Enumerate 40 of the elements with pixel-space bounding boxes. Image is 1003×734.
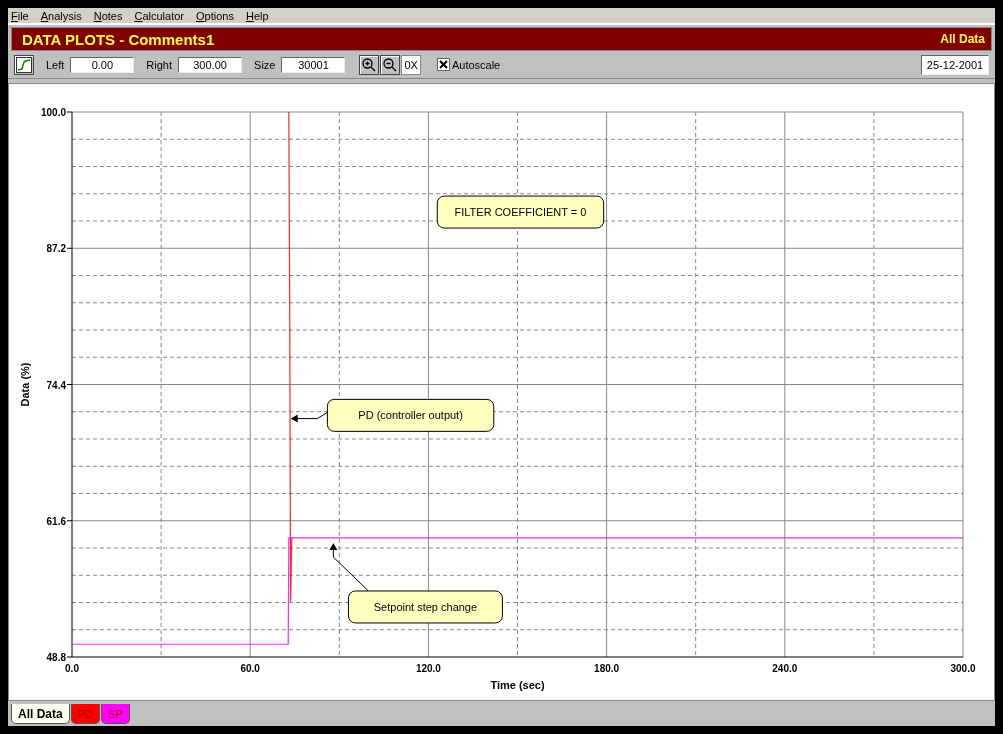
menu-item[interactable]: Options — [196, 9, 234, 22]
x-tick-label: 240.0 — [772, 663, 798, 674]
size-field[interactable]: 30001 — [281, 56, 346, 73]
view-label: All Data — [940, 32, 985, 46]
y-axis-title: Data (%) — [19, 362, 31, 407]
date-field[interactable]: 25-12-2001 — [921, 54, 989, 75]
x-axis-title: Time (sec) — [490, 679, 545, 691]
callout-text: FILTER COEFFICIENT = 0 — [454, 206, 587, 219]
menu-item[interactable]: File — [11, 9, 29, 22]
x-tick-label: 0.0 — [65, 663, 79, 674]
series-tab[interactable]: All Data — [11, 704, 70, 724]
zoom-in-icon[interactable] — [359, 54, 380, 75]
right-label: Right — [146, 58, 173, 71]
callout-text: PD (controller output) — [358, 409, 463, 422]
leader-arrow — [290, 411, 328, 423]
menu-item[interactable]: Analysis — [40, 9, 82, 22]
callout-text: Setpoint step change — [373, 600, 478, 613]
left-field[interactable]: 0.00 — [70, 56, 135, 73]
leader-arrow — [329, 543, 369, 592]
size-label: Size — [254, 58, 276, 71]
autoscale-label: Autoscale — [451, 58, 501, 71]
plot-icon[interactable] — [14, 54, 34, 75]
y-tick-label: 100.0 — [40, 107, 66, 118]
left-label: Left — [46, 58, 65, 71]
reset-zoom-button[interactable]: 0X — [401, 54, 421, 75]
x-tick-label: 60.0 — [240, 663, 260, 674]
y-tick-label: 48.8 — [46, 652, 66, 663]
y-tick-label: 74.4 — [46, 379, 66, 391]
menu-item[interactable]: Help — [245, 9, 269, 22]
y-tick-label: 87.2 — [46, 243, 66, 255]
menu-item[interactable]: Notes — [93, 9, 123, 22]
x-tick-label: 120.0 — [415, 663, 441, 674]
x-tick-label: 180.0 — [594, 663, 620, 674]
y-tick-label: 61.6 — [46, 515, 66, 527]
menu-item[interactable]: Calculator — [134, 9, 184, 22]
window-title: DATA PLOTS - Comments1 — [22, 30, 215, 48]
x-tick-label: 300.0 — [950, 663, 976, 674]
right-field[interactable]: 300.00 — [178, 56, 243, 73]
zoom-out-icon[interactable] — [380, 54, 401, 75]
autoscale-checkbox[interactable] — [436, 58, 450, 71]
